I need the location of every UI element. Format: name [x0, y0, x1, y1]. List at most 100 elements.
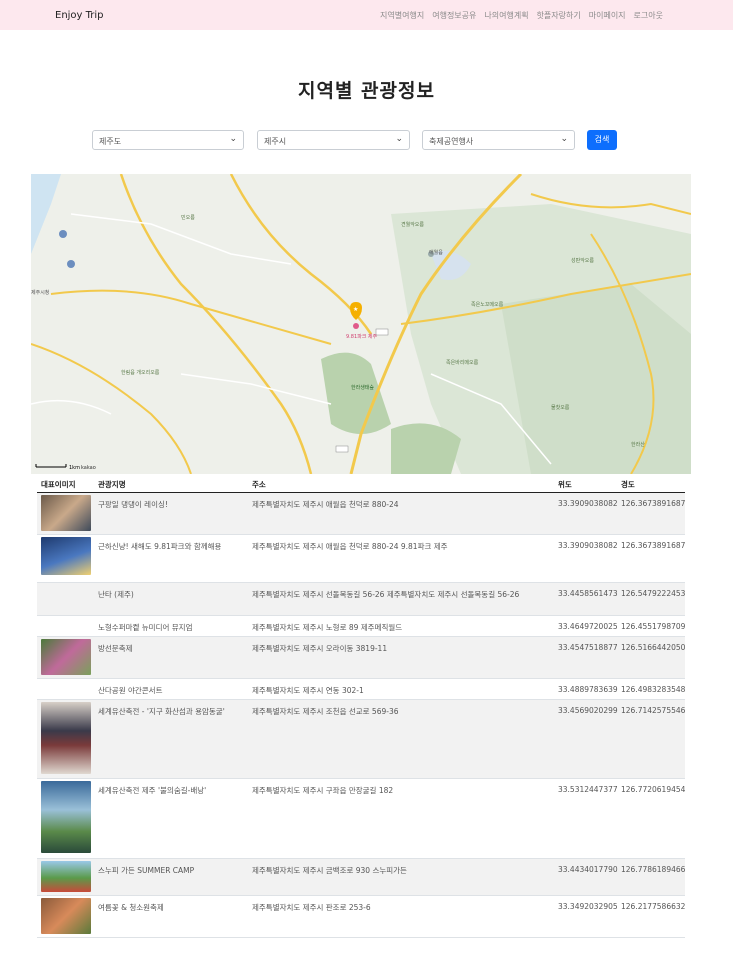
row-lng: 126.3673891687 [621, 499, 686, 508]
svg-text:물찻오름: 물찻오름 [551, 404, 570, 411]
chevron-down-icon: ⌄ [229, 134, 237, 144]
row-lng: 126.7720619454 [621, 785, 686, 794]
brand-logo[interactable]: Enjoy Trip [55, 10, 104, 21]
nav-link-share[interactable]: 여행정보공유 [432, 10, 476, 21]
row-lat: 33.3909038082 [558, 499, 618, 508]
map-scale-label: 1km [69, 465, 80, 471]
row-lat: 33.4458561473 [558, 589, 618, 598]
row-address: 제주특별자치도 제주시 구좌읍 만장굴길 182 [252, 786, 394, 795]
row-name[interactable]: 여름꽃 & 청소원축제 [98, 902, 248, 913]
row-lat: 33.4889783639 [558, 685, 618, 694]
nav-link-region[interactable]: 지역별여행지 [380, 10, 424, 21]
row-address: 제주특별자치도 제주시 조천읍 선교로 569-36 [252, 707, 399, 716]
row-thumbnail [41, 639, 91, 675]
table-row[interactable]: 세계유산축전 제주 '불의숨길-배낭' 제주특별자치도 제주시 구좌읍 만장굴길… [37, 779, 685, 859]
header-lng: 경도 [621, 480, 635, 489]
row-address: 제주특별자치도 제주시 선돌목동길 56-26 제주특별자치도 제주시 선돌목동… [252, 590, 520, 599]
map-marker-label[interactable]: 9.81파크 제주 [346, 333, 378, 340]
svg-text:★: ★ [353, 306, 358, 313]
top-navbar: Enjoy Trip 지역별여행지 여행정보공유 나의여행계획 핫플자랑하기 마… [0, 0, 733, 30]
row-lng: 126.3673891687 [621, 541, 686, 550]
table-row[interactable]: 근하신냥! 새해도 9.81파크와 함께해용 제주특별자치도 제주시 애월읍 천… [37, 535, 685, 583]
row-name[interactable]: 난타 (제주) [98, 589, 248, 600]
row-name[interactable]: 세계유산축전 제주 '불의숨길-배낭' [98, 785, 248, 796]
row-lat: 33.4547518877 [558, 643, 618, 652]
nav-link-logout[interactable]: 로그아웃 [634, 10, 663, 21]
row-thumbnail [41, 781, 91, 853]
row-name[interactable]: 세계유산축전 - '지구 화산섬과 용암동굴' [98, 706, 248, 717]
row-address: 제주특별자치도 제주시 오라이동 3819-11 [252, 644, 388, 653]
row-thumbnail [41, 861, 91, 892]
row-name[interactable]: 구팡일 댕댕이 레이싱! [98, 499, 248, 510]
row-lng: 126.7142575546 [621, 706, 686, 715]
svg-text:민오름: 민오름 [181, 214, 195, 221]
kakao-map[interactable]: 민오름 견월악오름 애월읍 성판악오름 족은노꼬메오름 족은바리메오름 한림읍 … [31, 174, 691, 474]
content-type-select[interactable]: 축제공연행사 ⌄ [422, 130, 575, 150]
table-row[interactable]: 노형수퍼마켙 뉴미디어 뮤지엄 제주특별자치도 제주시 노형로 89 제주메직월… [37, 616, 685, 637]
row-address: 제주특별자치도 제주시 금백조로 930 스누피가든 [252, 866, 407, 875]
page-title: 지역별 관광정보 [298, 80, 435, 102]
row-lat: 33.4649720025 [558, 622, 618, 631]
gugun-select-value: 제주시 [264, 137, 287, 146]
svg-text:제주시청: 제주시청 [31, 289, 49, 296]
nav-link-mypage[interactable]: 마이페이지 [589, 10, 626, 21]
table-row[interactable]: 스누피 가든 SUMMER CAMP 제주특별자치도 제주시 금백조로 930 … [37, 859, 685, 896]
header-name: 관광지명 [98, 480, 126, 489]
row-lng: 126.4983283548 [621, 685, 686, 694]
row-address: 제주특별자치도 제주시 애월읍 천덕로 880-24 9.81파크 제주 [252, 542, 448, 551]
svg-text:족은바리메오름: 족은바리메오름 [446, 359, 479, 366]
row-address: 제주특별자치도 제주시 연동 302-1 [252, 686, 364, 695]
row-name[interactable]: 스누피 가든 SUMMER CAMP [98, 865, 248, 876]
row-name[interactable]: 산다공원 야간콘서트 [98, 685, 248, 696]
row-thumbnail [41, 702, 91, 774]
svg-text:족은노꼬메오름: 족은노꼬메오름 [471, 301, 504, 308]
table-header: 대표이미지 관광지명 주소 위도 경도 [37, 476, 685, 493]
row-lat: 33.3909038082 [558, 541, 618, 550]
row-lng: 126.2177586632 [621, 902, 686, 911]
gugun-select[interactable]: 제주시 ⌄ [257, 130, 410, 150]
row-thumbnail [41, 495, 91, 531]
row-lng: 126.5479222453 [621, 589, 686, 598]
sido-select-value: 제주도 [99, 137, 122, 146]
nav-links: 지역별여행지 여행정보공유 나의여행계획 핫플자랑하기 마이페이지 로그아웃 [380, 10, 663, 21]
svg-text:한라산: 한라산 [631, 441, 645, 448]
row-lng: 126.7786189466 [621, 865, 686, 874]
row-lat: 33.4569020299 [558, 706, 618, 715]
row-address: 제주특별자치도 제주시 판조로 253-6 [252, 903, 371, 912]
nav-link-hotplace[interactable]: 핫플자랑하기 [537, 10, 581, 21]
row-thumbnail [41, 898, 91, 934]
nav-link-plan[interactable]: 나의여행계획 [484, 10, 528, 21]
sido-select[interactable]: 제주도 ⌄ [92, 130, 244, 150]
svg-text:한림읍 개오리오름: 한림읍 개오리오름 [121, 369, 160, 376]
row-name[interactable]: 방선문축제 [98, 643, 248, 654]
table-row[interactable]: 난타 (제주) 제주특별자치도 제주시 선돌목동길 56-26 제주특별자치도 … [37, 583, 685, 616]
table-row[interactable]: 세계유산축전 - '지구 화산섬과 용암동굴' 제주특별자치도 제주시 조천읍 … [37, 700, 685, 779]
row-lat: 33.3492032905 [558, 902, 618, 911]
header-image: 대표이미지 [41, 480, 76, 489]
table-row[interactable]: 여름꽃 & 청소원축제 제주특별자치도 제주시 판조로 253-6 33.349… [37, 896, 685, 938]
header-address: 주소 [252, 480, 266, 489]
table-row[interactable]: 방선문축제 제주특별자치도 제주시 오라이동 3819-11 33.454751… [37, 637, 685, 679]
svg-text:한라생태숲: 한라생태숲 [351, 384, 374, 391]
svg-text:애월읍: 애월읍 [429, 249, 443, 256]
row-lng: 126.5166442050 [621, 643, 686, 652]
row-address: 제주특별자치도 제주시 애월읍 천덕로 880-24 [252, 500, 399, 509]
row-name[interactable]: 근하신냥! 새해도 9.81파크와 함께해용 [98, 541, 248, 552]
header-lat: 위도 [558, 480, 572, 489]
row-lng: 126.4551798709 [621, 622, 686, 631]
svg-text:성판악오름: 성판악오름 [571, 257, 594, 264]
map-provider-logo: kakao [81, 465, 96, 471]
content-type-select-value: 축제공연행사 [429, 137, 474, 146]
row-name[interactable]: 노형수퍼마켙 뉴미디어 뮤지엄 [98, 622, 248, 633]
row-thumbnail [41, 537, 91, 575]
attractions-table: 대표이미지 관광지명 주소 위도 경도 구팡일 댕댕이 레이싱! 제주특별자치도… [37, 476, 685, 938]
row-lat: 33.4434017790 [558, 865, 618, 874]
chevron-down-icon: ⌄ [395, 134, 403, 144]
row-lat: 33.5312447377 [558, 785, 618, 794]
row-address: 제주특별자치도 제주시 노형로 89 제주메직월드 [252, 623, 403, 632]
chevron-down-icon: ⌄ [560, 134, 568, 144]
table-row[interactable]: 구팡일 댕댕이 레이싱! 제주특별자치도 제주시 애월읍 천덕로 880-24 … [37, 493, 685, 535]
search-button[interactable]: 검색 [587, 130, 617, 150]
table-row[interactable]: 산다공원 야간콘서트 제주특별자치도 제주시 연동 302-1 33.48897… [37, 679, 685, 700]
svg-text:견월악오름: 견월악오름 [401, 221, 424, 228]
